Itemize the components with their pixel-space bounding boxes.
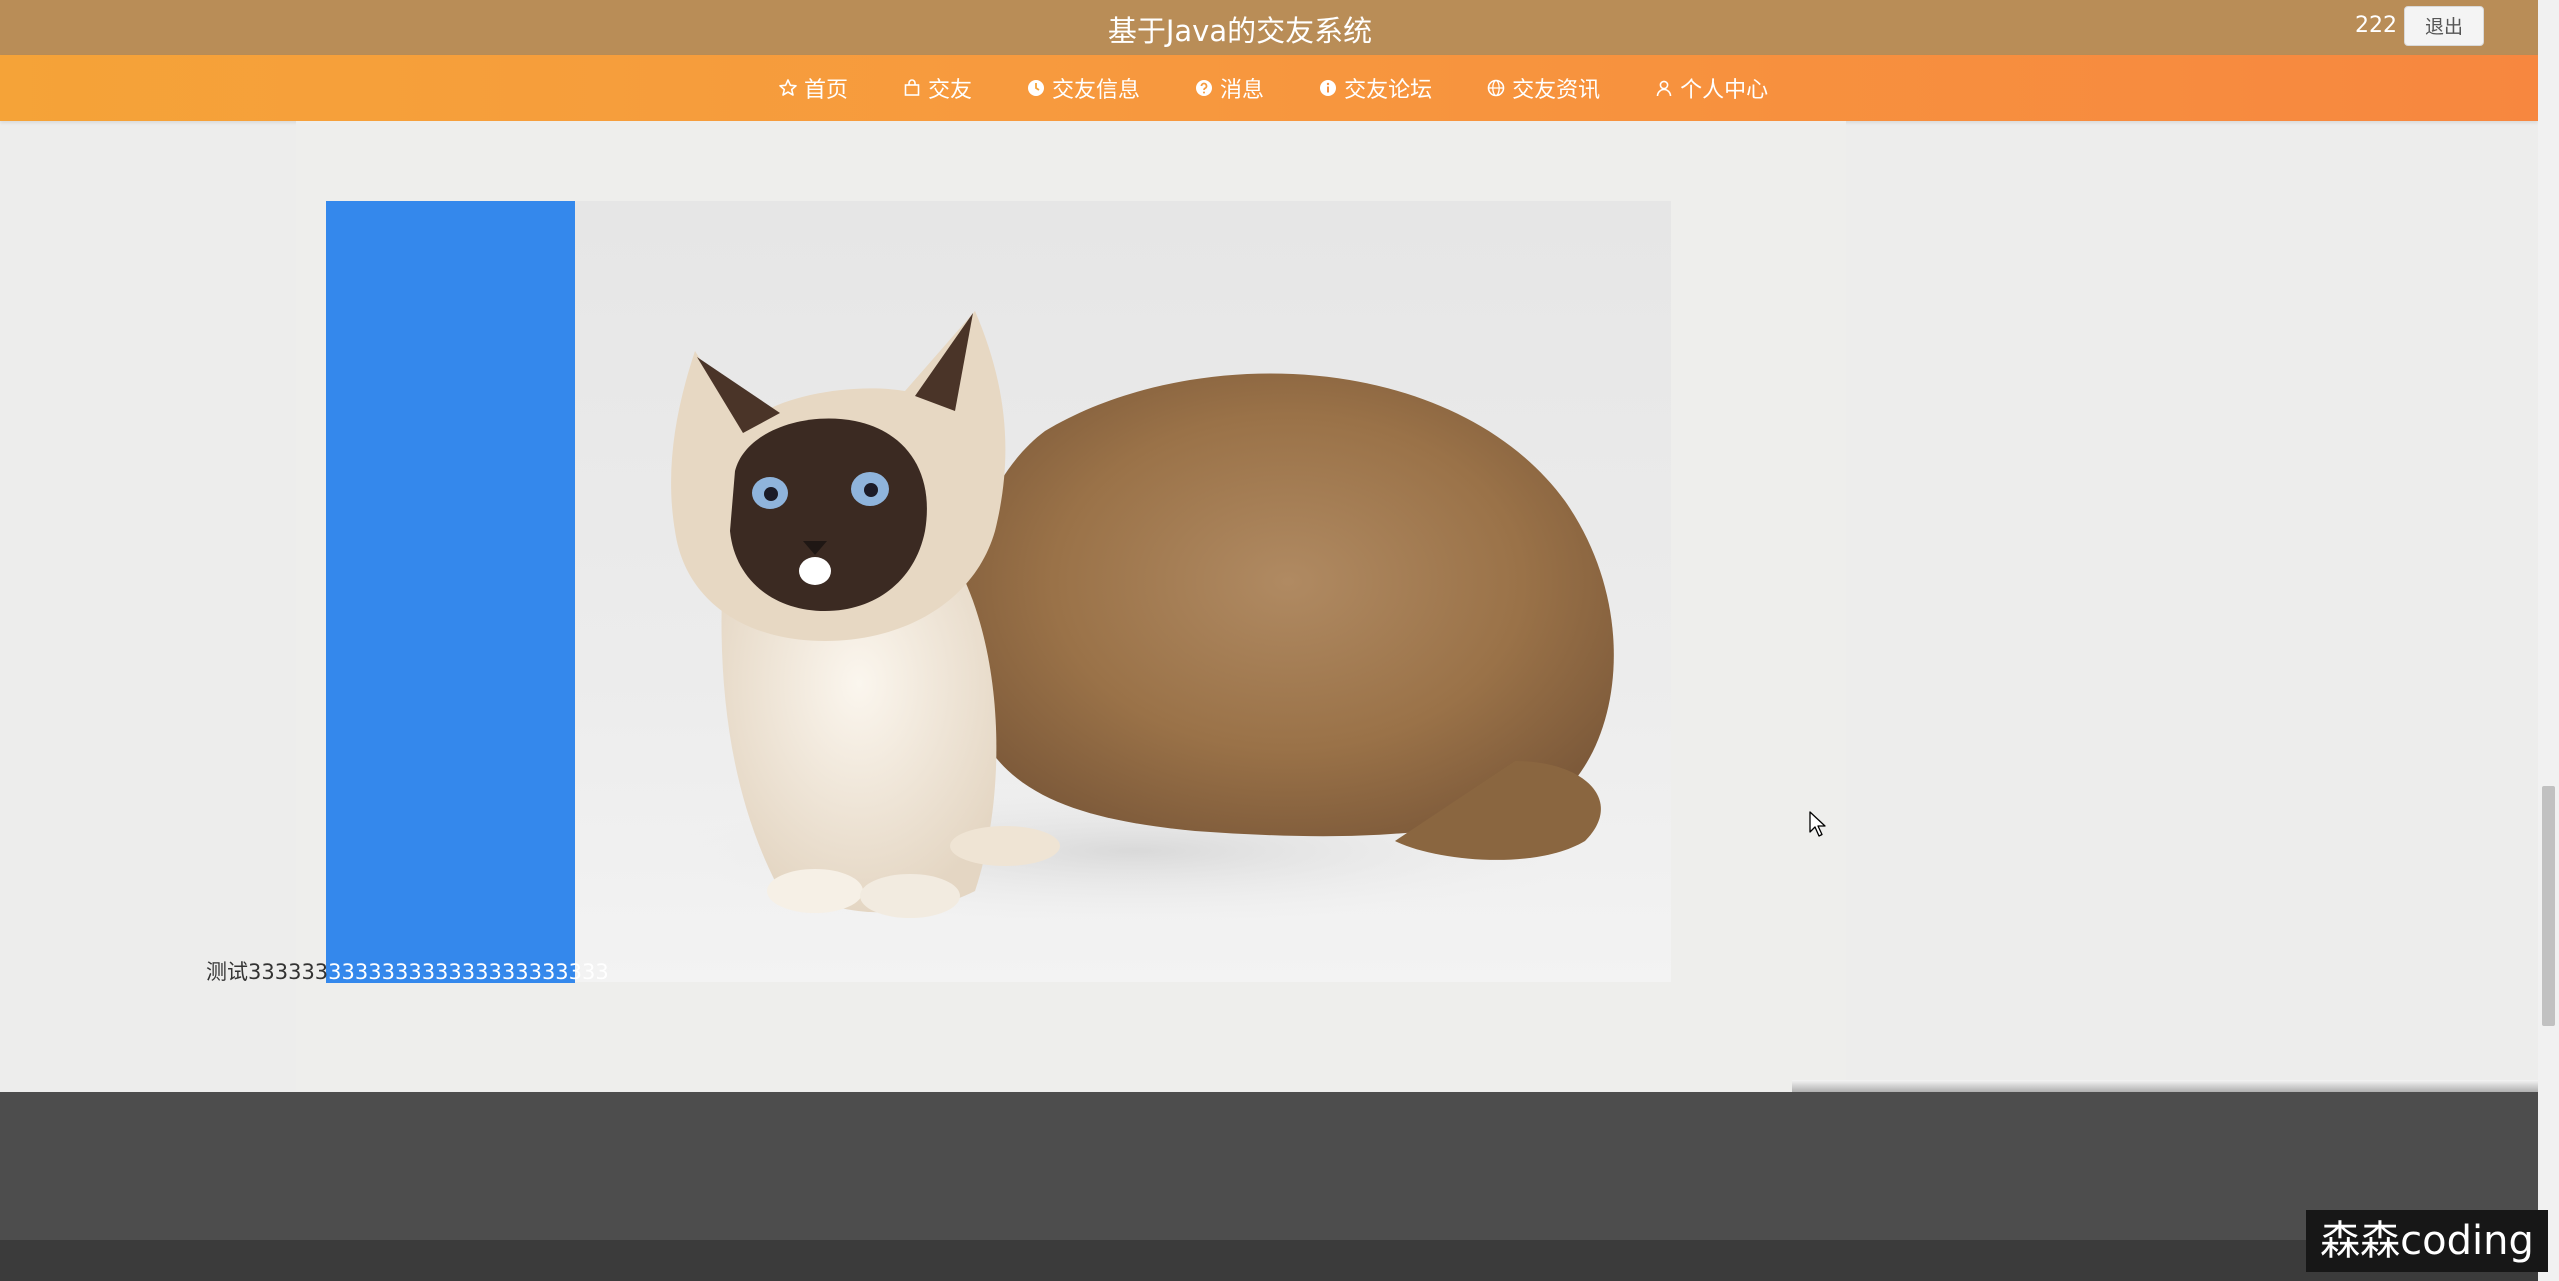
nav-item-label: 交友 [928,78,973,103]
watermark-label: 森森coding [2306,1210,2548,1272]
carousel-slide-blue[interactable] [326,201,575,983]
main-nav: 首页 交友 交友信息 消息 交友论坛 交友资讯 个人中心 [0,55,2538,121]
carousel-image[interactable] [575,201,1671,982]
logout-button[interactable]: 退出 [2404,6,2484,46]
mouse-cursor-icon [1809,811,1826,837]
scrollbar-thumb[interactable] [2542,786,2555,1026]
nav-item-home[interactable]: 首页 [778,72,848,104]
page-scrollbar[interactable] [2538,0,2559,1281]
nav-item-label: 交友信息 [1052,78,1141,103]
nav-item-label: 消息 [1220,78,1265,103]
nav-item-label: 交友资讯 [1512,78,1601,103]
footer-bottom-bar [0,1240,2538,1281]
nav-item-profile[interactable]: 个人中心 [1654,72,1768,104]
caption-text-highlight: 333333333333333333333 [328,960,609,984]
username-label[interactable]: 222 [2355,13,2397,38]
info-icon [1318,78,1338,98]
globe-icon [1486,78,1506,98]
nav-item-dating[interactable]: 交友 [902,72,972,104]
nav-item-label: 首页 [804,78,849,103]
top-title-bar: 基于Java的交友系统 222 退出 [0,0,2538,55]
caption-text: 测试333333 [206,960,329,984]
cat-image [671,311,1614,921]
nav-item-news[interactable]: 交友资讯 [1486,72,1600,104]
bag-icon [902,78,922,98]
user-icon [1654,78,1674,98]
site-title: 基于Java的交友系统 [1107,14,1373,48]
clock-icon [1026,78,1046,98]
question-icon [1194,78,1214,98]
nav-item-label: 个人中心 [1680,78,1769,103]
nav-item-messages[interactable]: 消息 [1194,72,1264,104]
nav-item-forum[interactable]: 交友论坛 [1318,72,1432,104]
star-icon [778,78,798,98]
carousel-caption: 测试333333333333333333333333333 [206,956,609,986]
nav-item-label: 交友论坛 [1344,78,1433,103]
nav-item-dating-info[interactable]: 交友信息 [1026,72,1140,104]
